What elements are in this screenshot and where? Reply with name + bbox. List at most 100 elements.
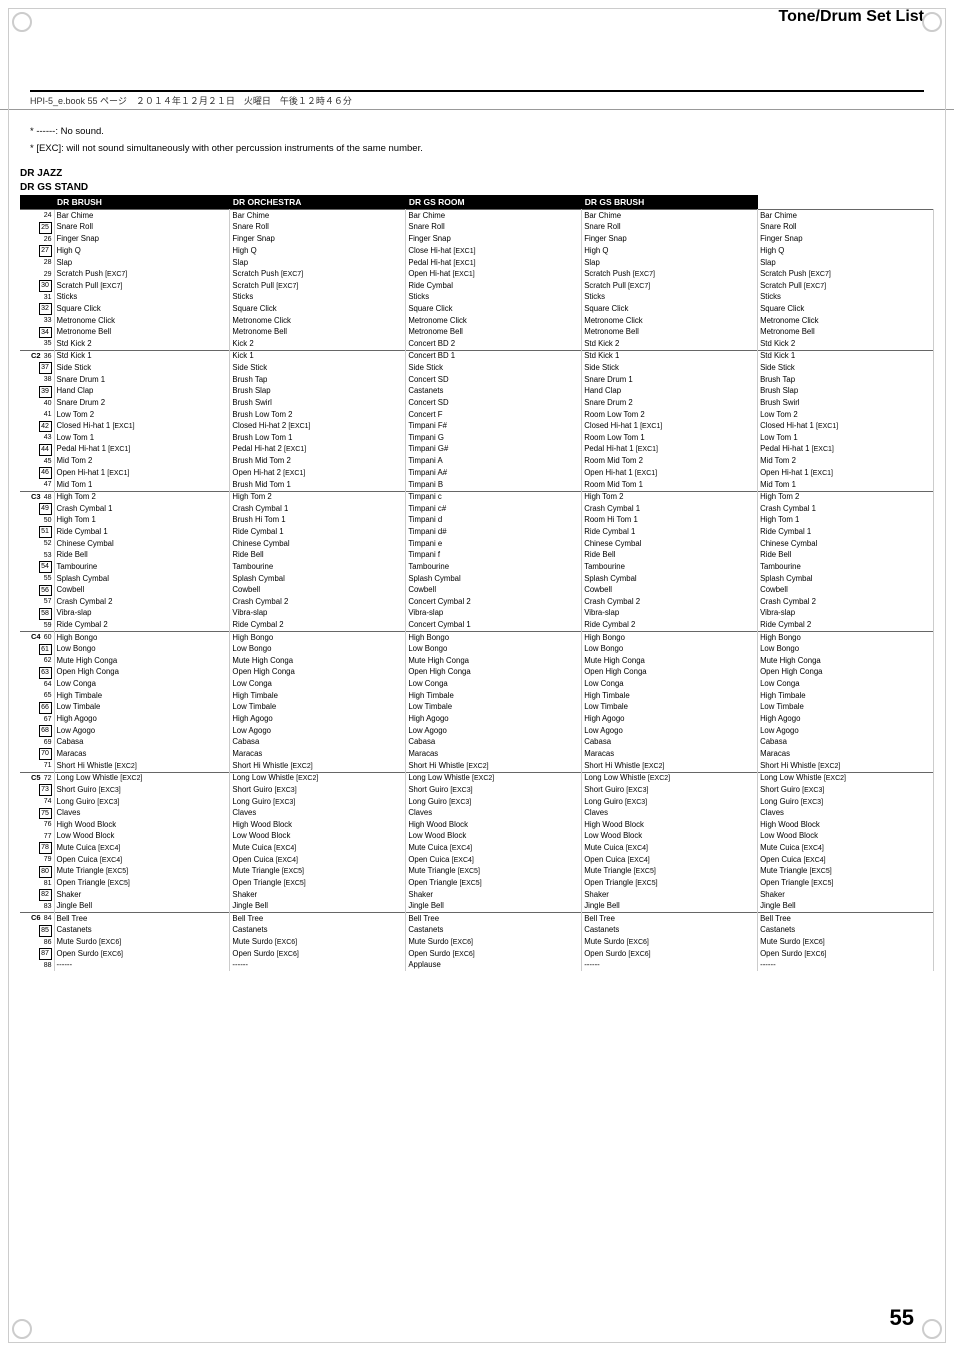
section-label: C2 (31, 351, 41, 360)
cell-orch: Concert Cymbal 1 (406, 620, 582, 632)
exc-tag: [EXC1] (107, 470, 129, 477)
cell-gbrush: Maracas (758, 748, 934, 760)
table-row: 71Short Hi Whistle [EXC2]Short Hi Whistl… (20, 760, 934, 772)
row-number: 45 (20, 456, 54, 468)
cell-room: Mute Triangle [EXC5] (582, 866, 758, 878)
cell-gbrush: Ride Cymbal 1 (758, 526, 934, 538)
table-row: 34Metronome BellMetronome BellMetronome … (20, 327, 934, 339)
exc-tag: [EXC1] (284, 446, 306, 453)
table-row: 38Snare Drum 1Brush TapConcert SDSnare D… (20, 374, 934, 386)
cell-jazz: High Timbale (54, 690, 230, 702)
cell-room: Open Cuica [EXC4] (582, 854, 758, 866)
table-row: 59Ride Cymbal 2Ride Cymbal 2Concert Cymb… (20, 620, 934, 632)
table-row: 79Open Cuica [EXC4]Open Cuica [EXC4]Open… (20, 854, 934, 866)
exc-tag: [EXC5] (106, 868, 128, 875)
col-dr-orchestra: DR ORCHESTRA (230, 195, 406, 210)
cell-orch: Jingle Bell (406, 901, 582, 913)
cell-orch: Low Agogo (406, 725, 582, 737)
cell-name: Short Guiro (57, 785, 99, 794)
cell-orch: Finger Snap (406, 234, 582, 246)
cell-orch: Bell Tree (406, 913, 582, 925)
num-box: 49 (39, 503, 52, 515)
cell-orch: Open High Conga (406, 667, 582, 679)
exc-tag: [EXC7] (628, 283, 650, 290)
table-row: 70MaracasMaracasMaracasMaracasMaracas (20, 748, 934, 760)
table-row: C236Std Kick 1Kick 1Concert BD 1Std Kick… (20, 350, 934, 362)
cell-orch: Long Guiro [EXC3] (406, 796, 582, 808)
cell-brush: Bar Chime (230, 210, 406, 222)
cell-name: Short Guiro (232, 785, 274, 794)
cell-room: Snare Drum 2 (582, 398, 758, 410)
cell-brush: High Agogo (230, 714, 406, 726)
cell-name: Close Hi-hat (408, 246, 453, 255)
cell-brush: Splash Cymbal (230, 573, 406, 585)
cell-gbrush: Brush Tap (758, 374, 934, 386)
num-box: 37 (39, 362, 52, 374)
cell-jazz: Chinese Cymbal (54, 538, 230, 550)
row-number: 27 (20, 245, 54, 257)
cell-room: Room Mid Tom 1 (582, 479, 758, 491)
col-dr-gs-room: DR GS ROOM (406, 195, 582, 210)
cell-name: Mute Surdo (760, 937, 802, 946)
cell-brush: High Wood Block (230, 819, 406, 831)
cell-room: Long Guiro [EXC3] (582, 796, 758, 808)
cell-room: Metronome Bell (582, 327, 758, 339)
cell-room: Std Kick 1 (582, 350, 758, 362)
table-row: 76High Wood BlockHigh Wood BlockHigh Woo… (20, 819, 934, 831)
num-plain: 48 (42, 493, 52, 502)
table-row: 49Crash Cymbal 1Crash Cymbal 1Timpani c#… (20, 503, 934, 515)
cell-jazz: Short Guiro [EXC3] (54, 784, 230, 796)
num-box: 78 (39, 842, 52, 854)
cell-jazz: Ride Bell (54, 550, 230, 562)
cell-gbrush: Open Triangle [EXC5] (758, 878, 934, 890)
main-table-wrapper: DR JAZZ DR GS STAND DR BRUSH DR ORCHESTR… (0, 164, 954, 981)
cell-orch: Timpani G# (406, 444, 582, 456)
num-plain: 40 (42, 399, 52, 408)
row-number: 53 (20, 550, 54, 562)
table-row: 65High TimbaleHigh TimbaleHigh TimbaleHi… (20, 690, 934, 702)
table-row: 24Bar ChimeBar ChimeBar ChimeBar ChimeBa… (20, 210, 934, 222)
num-box: 46 (39, 467, 52, 479)
exc-tag: [EXC6] (275, 939, 297, 946)
cell-gbrush: Cabasa (758, 737, 934, 749)
num-plain: 57 (42, 597, 52, 606)
cell-name: Mute Cuica (57, 843, 99, 852)
table-row: 83Jingle BellJingle BellJingle BellJingl… (20, 901, 934, 913)
cell-orch: Short Guiro [EXC3] (406, 784, 582, 796)
table-row: 44Pedal Hi-hat 1 [EXC1]Pedal Hi-hat 2 [E… (20, 444, 934, 456)
num-box: 39 (39, 386, 52, 398)
exc-tag: [EXC6] (804, 951, 826, 958)
cell-jazz: Low Wood Block (54, 831, 230, 843)
cell-jazz: Open Cuica [EXC4] (54, 854, 230, 866)
cell-name: Open Triangle (57, 878, 108, 887)
row-number: 42 (20, 421, 54, 433)
row-number: 38 (20, 374, 54, 386)
cell-name: Mute Surdo (584, 937, 626, 946)
cell-gbrush: Low Wood Block (758, 831, 934, 843)
exc-tag: [EXC2] (296, 775, 318, 782)
cell-gbrush: Open Surdo [EXC6] (758, 948, 934, 960)
cell-brush: Vibra-slap (230, 608, 406, 620)
exc-tag: [EXC1] (636, 446, 658, 453)
cell-jazz: Snare Drum 2 (54, 398, 230, 410)
cell-gbrush: Scratch Pull [EXC7] (758, 280, 934, 292)
row-number: 35 (20, 338, 54, 350)
cell-jazz: Open Surdo [EXC6] (54, 948, 230, 960)
exc-tag: [EXC3] (273, 799, 295, 806)
cell-name: Open Cuica (57, 855, 100, 864)
cell-orch: Cowbell (406, 585, 582, 597)
cell-jazz: Low Bongo (54, 644, 230, 656)
cell-gbrush: Low Bongo (758, 644, 934, 656)
table-row: 88------------Applause------------ (20, 960, 934, 972)
table-row: 53Ride BellRide BellTimpani fRide BellRi… (20, 550, 934, 562)
cell-gbrush: Splash Cymbal (758, 573, 934, 585)
row-number: 41 (20, 409, 54, 421)
cell-name: Short Hi Whistle (408, 761, 466, 770)
cell-name: Pedal Hi-hat 1 (57, 444, 109, 453)
table-row: 57Crash Cymbal 2Crash Cymbal 2Concert Cy… (20, 596, 934, 608)
row-number: 50 (20, 515, 54, 527)
cell-orch: Sticks (406, 292, 582, 304)
cell-brush: Claves (230, 808, 406, 820)
table-row: 87Open Surdo [EXC6]Open Surdo [EXC6]Open… (20, 948, 934, 960)
cell-room: Finger Snap (582, 234, 758, 246)
